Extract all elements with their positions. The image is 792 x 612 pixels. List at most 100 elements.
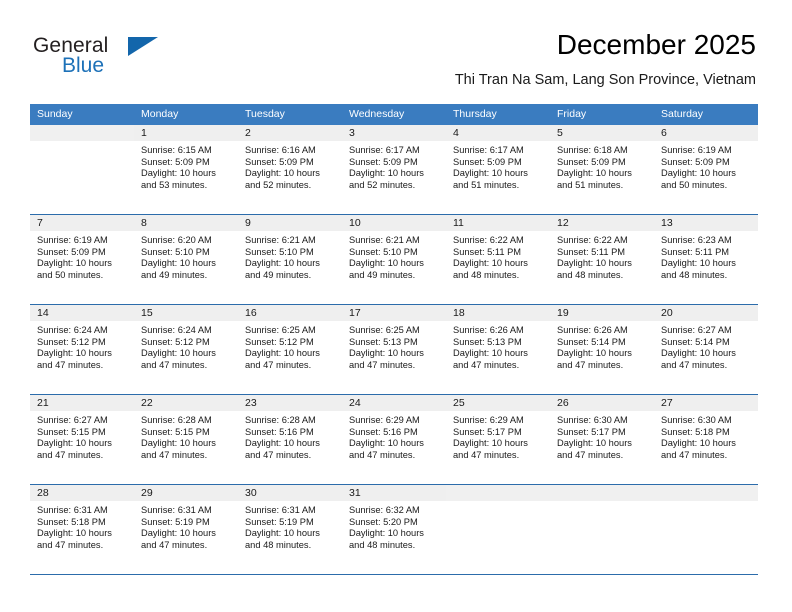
- calendar-day-cell-empty: [30, 125, 134, 214]
- day-number: 24: [342, 395, 446, 411]
- calendar-day-cell[interactable]: 29 Sunrise: 6:31 AM Sunset: 5:19 PM Dayligh…: [134, 485, 238, 574]
- title-block: December 2025 Thi Tran Na Sam, Lang Son …: [455, 28, 756, 90]
- calendar-day-cell[interactable]: 19 Sunrise: 6:26 AM Sunset: 5:14 PM Dayligh…: [550, 305, 654, 394]
- sunset-text: Sunset: 5:15 PM: [141, 426, 210, 437]
- sunrise-text: Sunrise: 6:29 AM: [349, 415, 420, 425]
- sunset-text: Sunset: 5:19 PM: [245, 516, 314, 527]
- calendar-day-cell[interactable]: 12 Sunrise: 6:22 AM Sunset: 5:11 PM Dayligh…: [550, 215, 654, 304]
- weekday-header-row: Sunday Monday Tuesday Wednesday Thursday…: [30, 104, 758, 125]
- day-number: 13: [654, 215, 758, 231]
- calendar-page: General Blue December 2025 Thi Tran Na S…: [0, 0, 792, 612]
- sunrise-text: Sunrise: 6:30 AM: [557, 415, 628, 425]
- calendar-day-cell[interactable]: 8 Sunrise: 6:20 AM Sunset: 5:10 PM Daylight…: [134, 215, 238, 304]
- daylight-text: Daylight: 10 hours and 48 minutes.: [661, 258, 736, 280]
- day-details: Sunrise: 6:22 AM Sunset: 5:11 PM Daylight:…: [446, 231, 550, 281]
- day-number: 9: [238, 215, 342, 231]
- calendar-day-cell[interactable]: 30 Sunrise: 6:31 AM Sunset: 5:19 PM Dayligh…: [238, 485, 342, 574]
- sunset-text: Sunset: 5:11 PM: [453, 246, 522, 257]
- day-number: 30: [238, 485, 342, 501]
- day-number: 2: [238, 125, 342, 141]
- day-details: Sunrise: 6:29 AM Sunset: 5:17 PM Daylight:…: [446, 411, 550, 461]
- sunrise-text: Sunrise: 6:26 AM: [453, 325, 524, 335]
- calendar-day-cell[interactable]: 18 Sunrise: 6:26 AM Sunset: 5:13 PM Dayligh…: [446, 305, 550, 394]
- calendar-day-cell[interactable]: 7 Sunrise: 6:19 AM Sunset: 5:09 PM Daylight…: [30, 215, 134, 304]
- day-details: Sunrise: 6:31 AM Sunset: 5:19 PM Daylight:…: [134, 501, 238, 551]
- calendar-day-cell[interactable]: 21 Sunrise: 6:27 AM Sunset: 5:15 PM Dayligh…: [30, 395, 134, 484]
- sunset-text: Sunset: 5:14 PM: [557, 336, 626, 347]
- day-details: Sunrise: 6:29 AM Sunset: 5:16 PM Daylight:…: [342, 411, 446, 461]
- day-number: 5: [550, 125, 654, 141]
- calendar-day-cell[interactable]: 28 Sunrise: 6:31 AM Sunset: 5:18 PM Dayligh…: [30, 485, 134, 574]
- calendar-day-cell[interactable]: 24 Sunrise: 6:29 AM Sunset: 5:16 PM Dayligh…: [342, 395, 446, 484]
- daylight-text: Daylight: 10 hours and 49 minutes.: [245, 258, 320, 280]
- logo-text-blue: Blue: [62, 54, 105, 77]
- calendar-day-cell[interactable]: 15 Sunrise: 6:24 AM Sunset: 5:12 PM Dayligh…: [134, 305, 238, 394]
- calendar-day-cell[interactable]: 1 Sunrise: 6:15 AM Sunset: 5:09 PM Daylight…: [134, 125, 238, 214]
- day-number: 31: [342, 485, 446, 501]
- sunrise-text: Sunrise: 6:16 AM: [245, 145, 316, 155]
- sunrise-text: Sunrise: 6:31 AM: [141, 505, 212, 515]
- sunset-text: Sunset: 5:12 PM: [141, 336, 210, 347]
- calendar-day-cell[interactable]: 4 Sunrise: 6:17 AM Sunset: 5:09 PM Daylight…: [446, 125, 550, 214]
- calendar-day-cell[interactable]: 17 Sunrise: 6:25 AM Sunset: 5:13 PM Dayligh…: [342, 305, 446, 394]
- calendar-day-cell[interactable]: 3 Sunrise: 6:17 AM Sunset: 5:09 PM Daylight…: [342, 125, 446, 214]
- calendar-day-cell[interactable]: 26 Sunrise: 6:30 AM Sunset: 5:17 PM Dayligh…: [550, 395, 654, 484]
- day-number: 12: [550, 215, 654, 231]
- calendar-day-cell[interactable]: 11 Sunrise: 6:22 AM Sunset: 5:11 PM Dayligh…: [446, 215, 550, 304]
- day-number: 28: [30, 485, 134, 501]
- sunrise-text: Sunrise: 6:31 AM: [245, 505, 316, 515]
- sunrise-text: Sunrise: 6:15 AM: [141, 145, 212, 155]
- day-number: [446, 485, 550, 501]
- day-details: Sunrise: 6:15 AM Sunset: 5:09 PM Daylight:…: [134, 141, 238, 191]
- daylight-text: Daylight: 10 hours and 47 minutes.: [453, 438, 528, 460]
- daylight-text: Daylight: 10 hours and 47 minutes.: [37, 528, 112, 550]
- day-details: Sunrise: 6:22 AM Sunset: 5:11 PM Daylight:…: [550, 231, 654, 281]
- sunset-text: Sunset: 5:15 PM: [37, 426, 106, 437]
- calendar-day-cell[interactable]: 20 Sunrise: 6:27 AM Sunset: 5:14 PM Dayligh…: [654, 305, 758, 394]
- calendar-day-cell[interactable]: 16 Sunrise: 6:25 AM Sunset: 5:12 PM Dayligh…: [238, 305, 342, 394]
- day-number: 11: [446, 215, 550, 231]
- daylight-text: Daylight: 10 hours and 48 minutes.: [453, 258, 528, 280]
- daylight-text: Daylight: 10 hours and 47 minutes.: [349, 438, 424, 460]
- day-number: 17: [342, 305, 446, 321]
- calendar-day-cell[interactable]: 31 Sunrise: 6:32 AM Sunset: 5:20 PM Dayligh…: [342, 485, 446, 574]
- calendar-day-cell[interactable]: 2 Sunrise: 6:16 AM Sunset: 5:09 PM Daylight…: [238, 125, 342, 214]
- calendar-day-cell[interactable]: 6 Sunrise: 6:19 AM Sunset: 5:09 PM Daylight…: [654, 125, 758, 214]
- calendar-day-cell[interactable]: 10 Sunrise: 6:21 AM Sunset: 5:10 PM Dayligh…: [342, 215, 446, 304]
- sunrise-text: Sunrise: 6:24 AM: [37, 325, 108, 335]
- weekday-header-friday: Friday: [557, 108, 587, 120]
- day-number: 10: [342, 215, 446, 231]
- day-number: 26: [550, 395, 654, 411]
- sunrise-text: Sunrise: 6:22 AM: [453, 235, 524, 245]
- calendar-day-cell[interactable]: 9 Sunrise: 6:21 AM Sunset: 5:10 PM Daylight…: [238, 215, 342, 304]
- calendar-day-cell[interactable]: 27 Sunrise: 6:30 AM Sunset: 5:18 PM Dayligh…: [654, 395, 758, 484]
- sunset-text: Sunset: 5:09 PM: [557, 156, 626, 167]
- sunset-text: Sunset: 5:09 PM: [141, 156, 210, 167]
- calendar-day-cell[interactable]: 13 Sunrise: 6:23 AM Sunset: 5:11 PM Dayligh…: [654, 215, 758, 304]
- day-number: 19: [550, 305, 654, 321]
- calendar-day-cell[interactable]: 22 Sunrise: 6:28 AM Sunset: 5:15 PM Dayligh…: [134, 395, 238, 484]
- daylight-text: Daylight: 10 hours and 48 minutes.: [349, 528, 424, 550]
- sunset-text: Sunset: 5:09 PM: [245, 156, 314, 167]
- day-details: Sunrise: 6:28 AM Sunset: 5:16 PM Daylight:…: [238, 411, 342, 461]
- sunrise-text: Sunrise: 6:32 AM: [349, 505, 420, 515]
- sunset-text: Sunset: 5:18 PM: [661, 426, 730, 437]
- daylight-text: Daylight: 10 hours and 47 minutes.: [141, 528, 216, 550]
- day-number: 21: [30, 395, 134, 411]
- daylight-text: Daylight: 10 hours and 52 minutes.: [349, 168, 424, 190]
- calendar-day-cell[interactable]: 23 Sunrise: 6:28 AM Sunset: 5:16 PM Dayligh…: [238, 395, 342, 484]
- calendar-day-cell[interactable]: 14 Sunrise: 6:24 AM Sunset: 5:12 PM Dayligh…: [30, 305, 134, 394]
- calendar-day-cell[interactable]: 25 Sunrise: 6:29 AM Sunset: 5:17 PM Dayligh…: [446, 395, 550, 484]
- weekday-header-saturday: Saturday: [661, 108, 704, 120]
- daylight-text: Daylight: 10 hours and 50 minutes.: [37, 258, 112, 280]
- day-details: Sunrise: 6:30 AM Sunset: 5:18 PM Daylight:…: [654, 411, 758, 461]
- day-details: Sunrise: 6:25 AM Sunset: 5:12 PM Daylight:…: [238, 321, 342, 371]
- sunset-text: Sunset: 5:11 PM: [661, 246, 730, 257]
- sunset-text: Sunset: 5:10 PM: [349, 246, 418, 257]
- daylight-text: Daylight: 10 hours and 52 minutes.: [245, 168, 320, 190]
- sunrise-text: Sunrise: 6:19 AM: [37, 235, 108, 245]
- general-blue-logo[interactable]: General Blue: [33, 34, 213, 80]
- sunset-text: Sunset: 5:20 PM: [349, 516, 418, 527]
- calendar-day-cell[interactable]: 5 Sunrise: 6:18 AM Sunset: 5:09 PM Daylight…: [550, 125, 654, 214]
- sunset-text: Sunset: 5:19 PM: [141, 516, 210, 527]
